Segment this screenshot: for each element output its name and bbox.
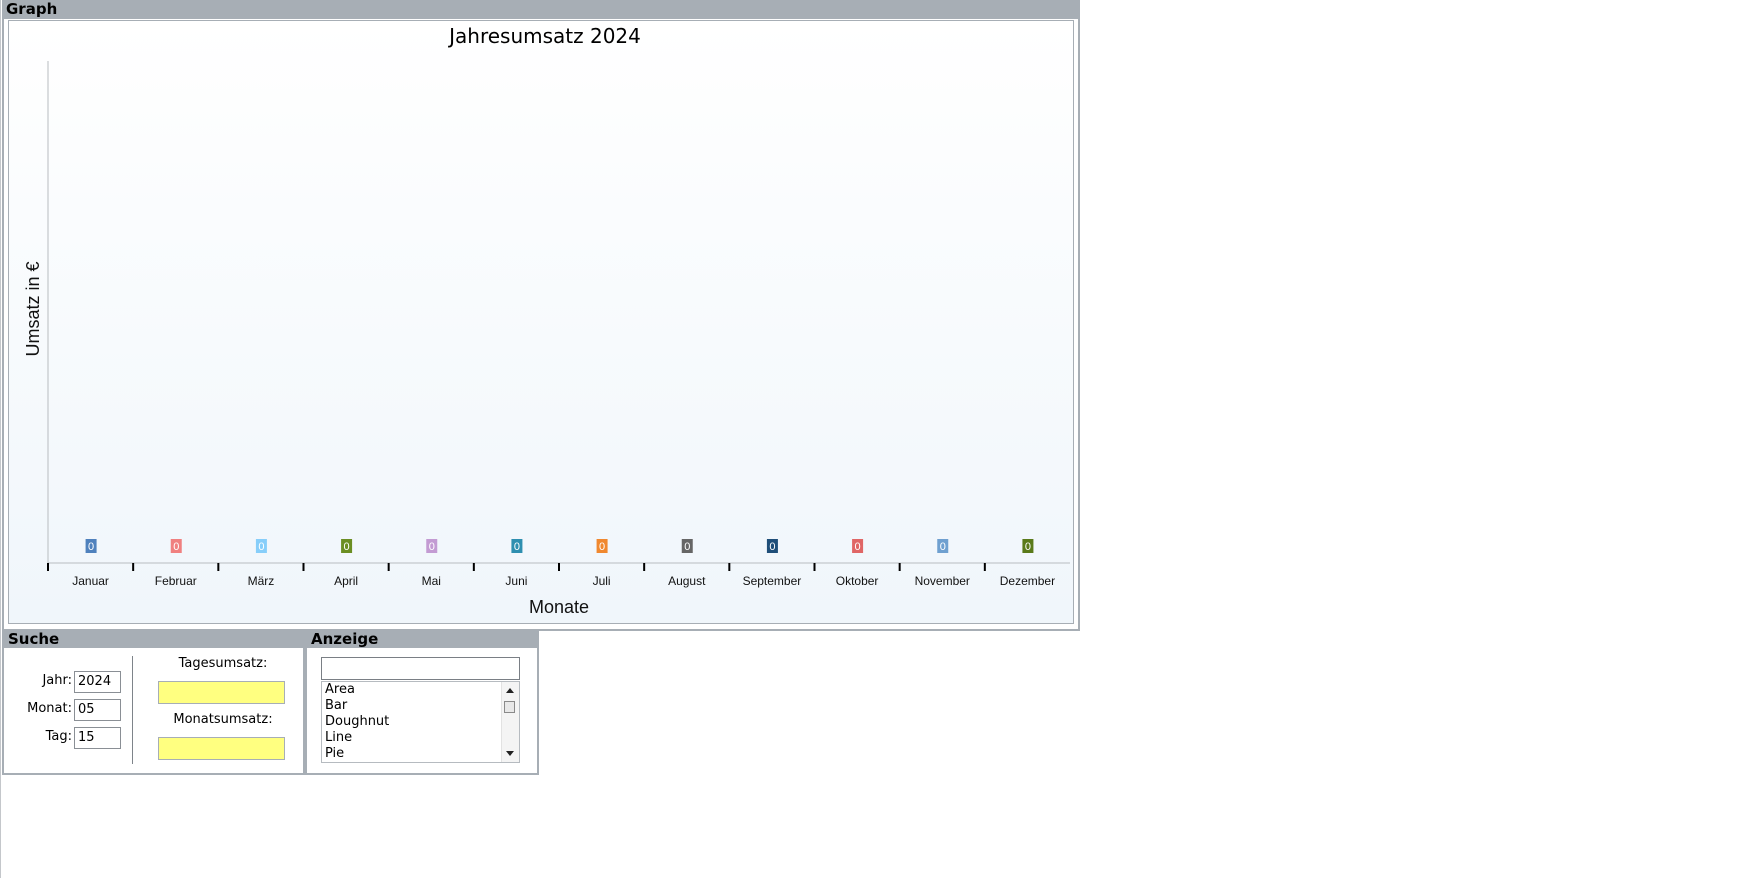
bar-chart: Jahresumsatz 2024 Umsatz in € Monate 0 Ja… — [23, 24, 1070, 617]
window-left-edge — [0, 0, 1, 878]
year-row: Jahr: — [14, 671, 72, 693]
chart-type-filter-input[interactable] — [321, 657, 520, 680]
x-tick-label: Juni — [505, 574, 527, 588]
data-label: 0 — [514, 541, 520, 553]
search-divider — [132, 656, 133, 764]
day-input[interactable]: 15 — [74, 727, 121, 749]
data-label: 0 — [940, 541, 946, 553]
x-tick-label: April — [334, 574, 358, 588]
data-label: 0 — [769, 541, 775, 553]
month-row: Monat: — [14, 699, 72, 721]
list-item[interactable]: Pie — [322, 746, 519, 762]
scroll-thumb[interactable] — [504, 701, 515, 713]
scroll-up-icon[interactable] — [506, 688, 514, 693]
display-panel: Anzeige Area Bar Doughnut Line Pie — [305, 630, 539, 775]
list-item[interactable]: Area — [322, 682, 519, 698]
day-label: Tag: — [45, 729, 72, 744]
display-panel-header: Anzeige — [307, 630, 537, 648]
x-tick-label: Oktober — [836, 574, 879, 588]
year-label: Jahr: — [42, 673, 72, 688]
x-tick-label: August — [668, 574, 706, 588]
data-label: 0 — [599, 541, 605, 553]
chart-type-listbox[interactable]: Area Bar Doughnut Line Pie — [321, 681, 520, 763]
data-label: 0 — [1025, 541, 1031, 553]
year-input[interactable]: 2024 — [74, 671, 121, 693]
list-item[interactable]: Bar — [322, 698, 519, 714]
x-axis-label: Monate — [529, 597, 589, 617]
search-panel: Suche Jahr: 2024 Monat: 05 Tag: 15 Tages… — [2, 630, 305, 775]
list-item[interactable]: Doughnut — [322, 714, 519, 730]
data-label: 0 — [429, 541, 435, 553]
monthly-sales-label: Monatsumsatz: — [173, 712, 273, 727]
x-tick-label: November — [915, 574, 970, 588]
daily-sales-label: Tagesumsatz: — [178, 656, 268, 671]
data-label: 0 — [684, 541, 690, 553]
data-label: 0 — [258, 541, 264, 553]
search-panel-header: Suche — [4, 630, 303, 648]
list-item[interactable]: Line — [322, 730, 519, 746]
x-tick-label: März — [248, 574, 275, 588]
month-label: Monat: — [27, 701, 72, 716]
x-tick-label: Mai — [422, 574, 441, 588]
y-axis-label: Umsatz in € — [23, 261, 43, 356]
x-tick-label: September — [743, 574, 802, 588]
x-tick-label: Januar — [72, 574, 109, 588]
data-label: 0 — [173, 541, 179, 553]
graph-panel: Graph Jahresumsatz 2024 Umsatz in € Mona… — [2, 0, 1080, 631]
x-tick-label: Juli — [593, 574, 611, 588]
data-label: 0 — [855, 541, 861, 553]
data-label: 0 — [88, 541, 94, 553]
monthly-sales-output — [158, 737, 285, 760]
chart-area: Jahresumsatz 2024 Umsatz in € Monate 0 Ja… — [8, 20, 1074, 624]
x-tick-label: Februar — [155, 574, 197, 588]
data-label: 0 — [344, 541, 350, 553]
graph-panel-header: Graph — [2, 0, 1080, 19]
day-row: Tag: — [14, 727, 72, 749]
listbox-scrollbar[interactable] — [501, 682, 519, 762]
chart-title: Jahresumsatz 2024 — [447, 24, 641, 48]
month-input[interactable]: 05 — [74, 699, 121, 721]
scroll-down-icon[interactable] — [506, 751, 514, 756]
x-tick-label: Dezember — [1000, 574, 1055, 588]
daily-sales-output — [158, 681, 285, 704]
